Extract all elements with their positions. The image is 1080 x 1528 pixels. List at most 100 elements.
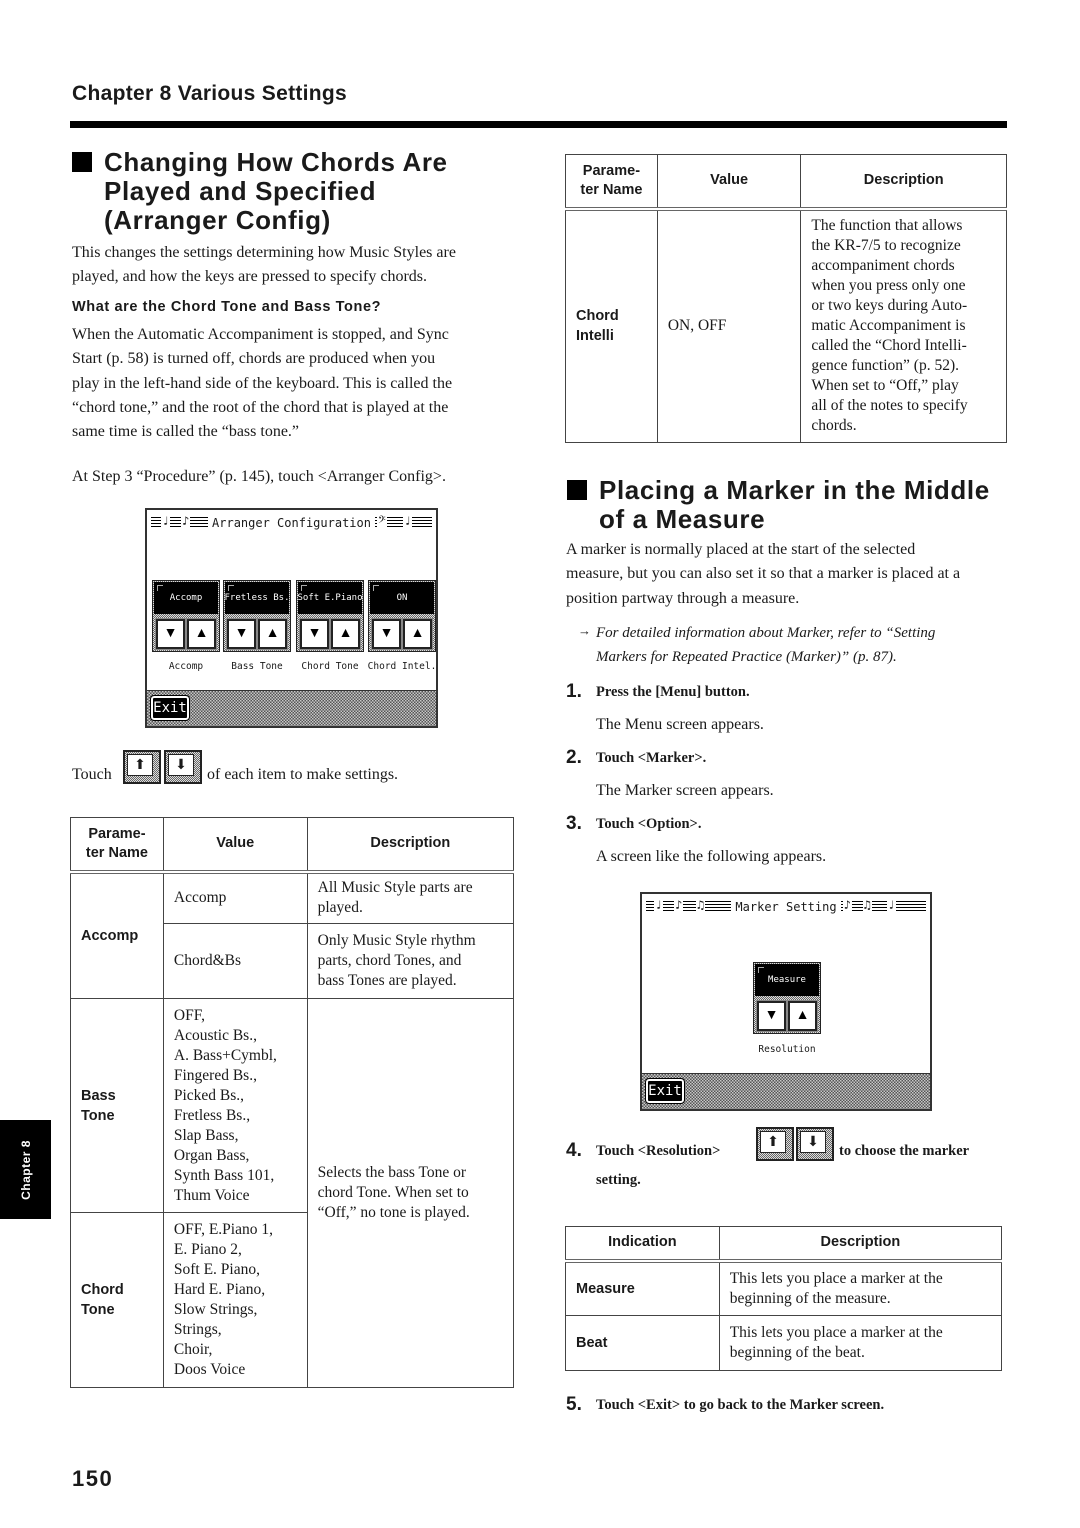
inline-up-button: ⬆ [756,1127,794,1161]
down-arrow-button[interactable]: ▼ [155,618,186,650]
chapter-tab: Chapter 8 [0,1120,51,1219]
param-label: Chord Tone [301,661,359,672]
step-result: A screen like the following appears. [596,848,827,865]
exit-button[interactable]: Exit [150,695,190,721]
param-name-accomp: Accomp [70,871,164,999]
up-arrow-button[interactable]: ▲ [257,618,288,650]
indication-cell: Beat [565,1315,720,1371]
param-name-chord-intelli: Chord Intelli [565,208,658,443]
down-arrow-icon: ⬇ [168,754,194,776]
value-cell: OFF, Acoustic Bs., A. Bass+Cymbl, Finger… [162,998,308,1213]
intro-line: measure, but you can also set it so that… [566,565,961,583]
value-cell: ON, OFF [656,208,802,443]
param-accomp: Accomp ▼ ▲ [152,580,220,652]
up-arrow-button[interactable]: ▲ [186,618,217,650]
step-number: 2. [566,747,582,768]
value-cell: Accomp [162,871,308,924]
explanation-line: Start (p. 58) is turned off, chords are … [72,350,436,368]
table-header-row: Parame- ter Name Value Description [565,154,1007,211]
down-arrow-button[interactable]: ▼ [756,1000,787,1032]
section1-intro: This changes the settings determining ho… [72,241,522,290]
description-cell: All Music Style parts are played. [306,871,515,924]
param-chord-intel: ON ▼ ▲ [368,580,436,652]
screen-bottom-bar: Exit [642,1073,930,1109]
indication-cell: Measure [565,1260,720,1316]
header-indication: Indication [565,1226,720,1263]
music-staff-icon: 𝄢 ♩ [374,515,433,529]
arranger-config-screen: ♩ ♪ Arranger Configuration 𝄢 ♩ Accomp ▼ ▲ … [145,508,438,728]
note-line: For detailed information about Marker, r… [596,625,936,641]
table-row: Bass Tone OFF, Acoustic Bs., A. Bass+Cym… [70,998,515,1388]
note-arrow-icon: → [578,623,591,638]
param-chord-tone: Soft E.Piano ▼ ▲ [296,580,364,652]
subheading-chord-bass-tone: What are the Chord Tone and Bass Tone? [72,299,382,315]
intro-line: A marker is normally placed at the start… [566,541,916,558]
chord-intelli-table: Parame- ter Name Value Description Chord… [565,154,1007,443]
header-value: Value [656,154,802,211]
header-description: Description [718,1226,1003,1263]
explanation-line: same time is called the “bass tone.” [72,423,300,441]
intro-line: played, and how the keys are pressed to … [72,268,427,286]
header-rule [70,121,1007,128]
param-name-bass-tone: Bass Tone [70,998,164,1213]
exit-button[interactable]: Exit [645,1078,685,1104]
param-label: Accomp [168,661,204,672]
section-title-text: Changing How Chords Are Played and Speci… [104,147,448,235]
step-number: 1. [566,681,582,702]
down-arrow-button[interactable]: ▼ [299,618,330,650]
touch-instruction-prefix: Touch [72,766,112,783]
inline-up-button: ⬆ [123,750,161,784]
screen-title-bar: ♩ ♪ ♫ Marker Setting ♪ ♫ ♩ [642,894,930,920]
intro-line: position partway through a measure. [566,589,800,607]
step-intro: At Step 3 “Procedure” (p. 145), touch <A… [72,468,446,485]
header-description: Description [800,154,1007,211]
section-title-marker: Placing a Marker in the Middle of a Meas… [567,476,1017,536]
step-number: 3. [566,813,582,834]
param-label: Chord Intel. [367,661,437,672]
marker-setting-screen: ♩ ♪ ♫ Marker Setting ♪ ♫ ♩ Measure ▼ ▲ Resol… [640,892,932,1111]
description-cell: Selects the bass Tone or chord Tone. Whe… [306,998,515,1388]
step-text: Touch <Resolution> [596,1143,721,1159]
param-value-display: ON [370,582,434,614]
up-arrow-icon: ⬆ [760,1131,786,1153]
step-result: The Menu screen appears. [596,716,764,733]
param-resolution: Measure ▼ ▲ [753,962,821,1034]
music-staff-icon: ♩ ♪ ♫ [646,899,732,913]
down-arrow-button[interactable]: ▼ [226,618,257,650]
param-label: Bass Tone [231,661,283,672]
screen-title-bar: ♩ ♪ Arranger Configuration 𝄢 ♩ [147,510,436,536]
table-header-row: Parame- ter Name Value Description [70,817,515,874]
param-label: Resolution [758,1044,816,1055]
step-text: to choose the marker [839,1143,970,1159]
section-bullet-icon [567,480,587,500]
explanation-line: play in the left-hand side of the keyboa… [72,374,453,392]
up-arrow-button[interactable]: ▲ [330,618,361,650]
header-description: Description [306,817,515,874]
step-text: Touch <Marker>. [596,750,707,766]
down-arrow-button[interactable]: ▼ [371,618,402,650]
up-arrow-button[interactable]: ▲ [787,1000,818,1032]
arranger-parameter-table: Parame- ter Name Value Description Accom… [70,817,515,1388]
up-arrow-icon: ⬆ [127,754,153,776]
table-header-row: Indication Description [565,1226,1003,1263]
param-value-display: Soft E.Piano [297,582,363,614]
step-text: setting. [596,1172,641,1188]
param-value-display: Measure [755,964,819,996]
param-value-display: Accomp [154,582,218,614]
music-staff-icon: ♩ ♪ [151,515,209,529]
description-cell: This lets you place a marker at the begi… [718,1315,1003,1371]
value-cell: OFF, E.Piano 1, E. Piano 2, Soft E. Pian… [162,1212,308,1388]
marker-reference-note: For detailed information about Marker, r… [596,621,935,670]
explanation-line: “chord tone,” and the root of the chord … [72,398,449,416]
table-row: Accomp Accomp All Music Style parts are … [70,871,515,999]
table-row: Beat This lets you place a marker at the… [565,1315,1003,1371]
section-bullet-icon [72,152,92,172]
up-arrow-button[interactable]: ▲ [402,618,433,650]
value-cell: Chord&Bs [162,923,308,999]
header-parameter-name: Parame- ter Name [70,817,164,874]
section-title-arranger-config: Changing How Chords Are Played and Speci… [72,148,542,238]
screen-bottom-bar: Exit [147,690,436,726]
step-result: The Marker screen appears. [596,782,774,799]
note-line: Markers for Repeated Practice (Marker)” … [596,649,897,666]
section1-explanation: When the Automatic Accompaniment is stop… [72,323,522,444]
